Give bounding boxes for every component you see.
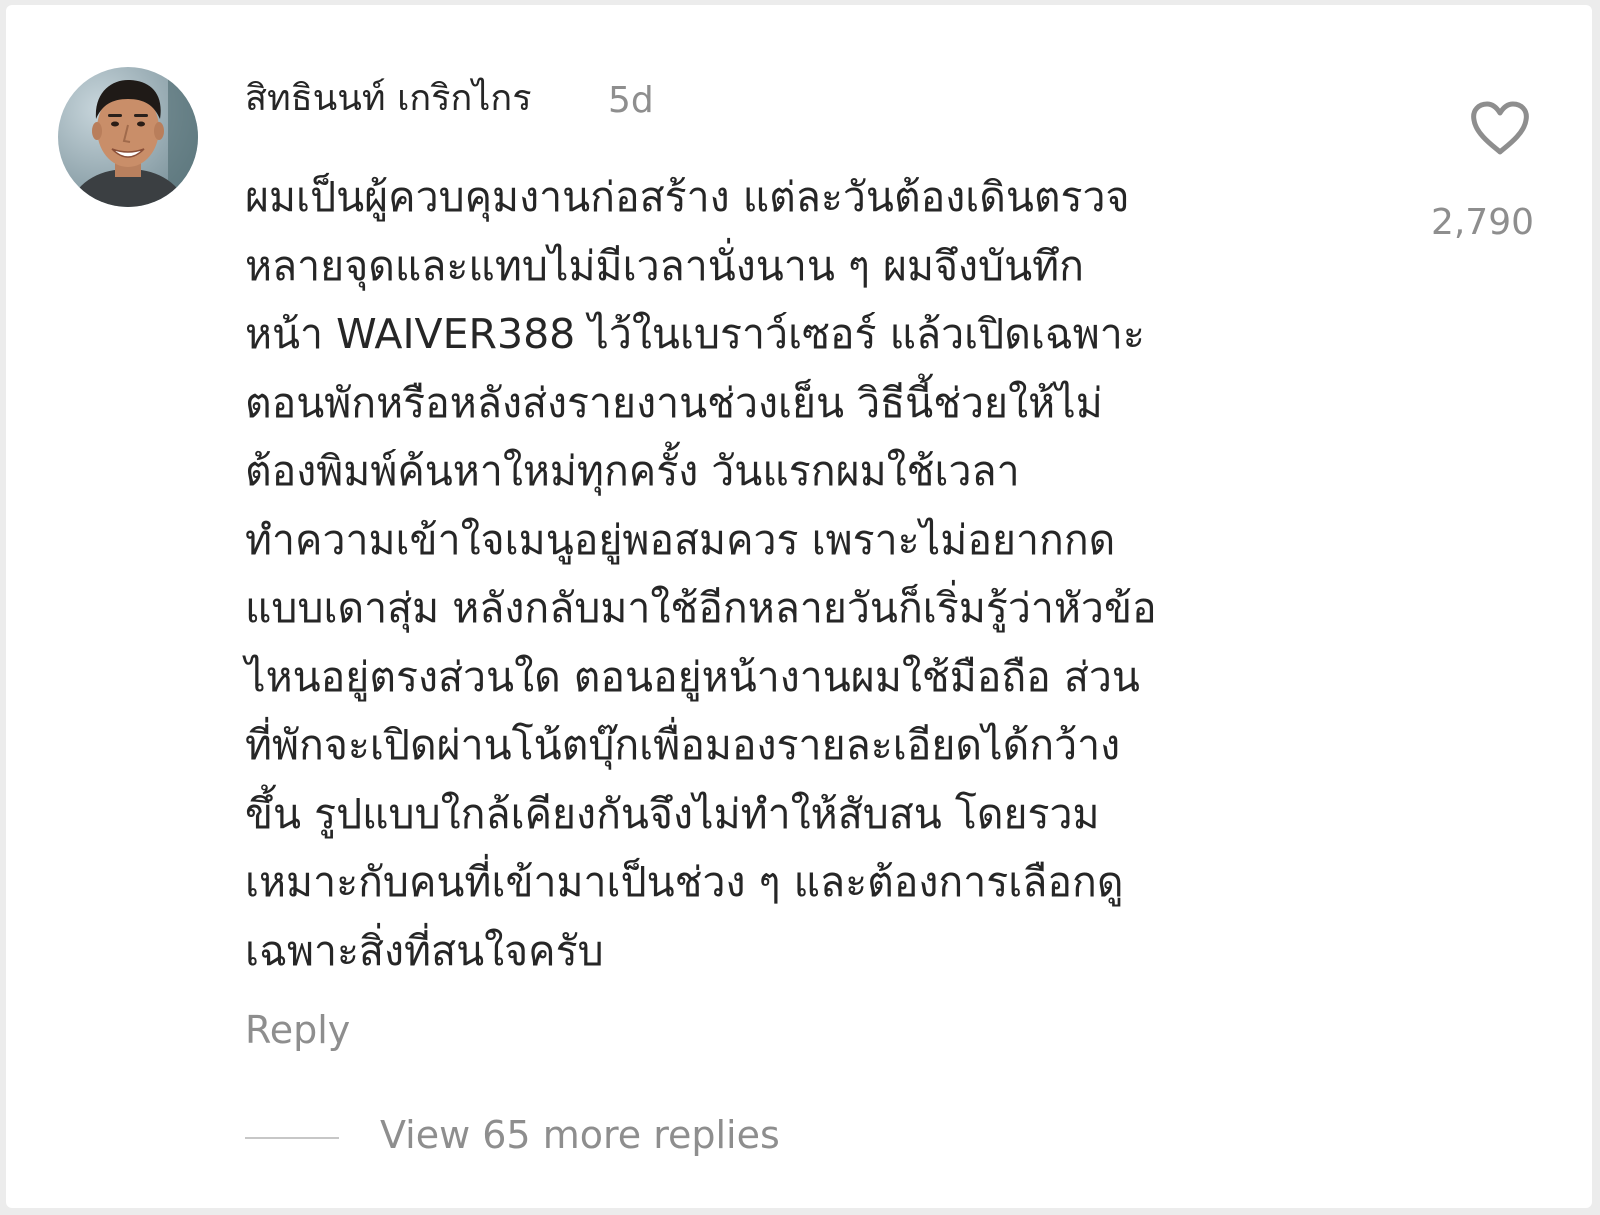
comment-text-line: ไหนอยู่ตรงส่วนใด ตอนอยู่หน้างานผมใช้มือถ… xyxy=(245,652,1140,701)
comment-text-line: ต้องพิมพ์ค้นหาใหม่ทุกครั้ง วันแรกผมใช้เว… xyxy=(245,447,1020,495)
comment-text-line: ตอนพักหรือหลังส่งรายงานช่วงเย็น วิธีนี้ช… xyxy=(245,378,1103,427)
replies-divider xyxy=(245,1137,339,1139)
comment-text-line: เฉพาะสิ่งที่สนใจครับ xyxy=(245,926,604,975)
reply-button[interactable]: Reply xyxy=(245,1008,350,1054)
comment-text-line: ขึ้น รูปแบบใกล้เคียงกันจึงไม่ทำให้สับสน … xyxy=(245,789,1100,838)
comment-text-line: หน้า WAIVER388 ไว้ในเบราว์เซอร์ แล้วเปิด… xyxy=(245,310,1145,358)
comment-text-line: เหมาะกับคนที่เข้ามาเป็นช่วง ๆ และต้องการ… xyxy=(245,858,1124,906)
comment-text-line: หลายจุดและแทบไม่มีเวลานั่งนาน ๆ ผมจึงบัน… xyxy=(245,241,1084,290)
comment-text: ผมเป็นผู้ควบคุมงานก่อสร้าง แต่ละวันต้องเ… xyxy=(245,163,1355,985)
view-more-replies-button[interactable]: View 65 more replies xyxy=(380,1113,780,1159)
avatar-photo-icon xyxy=(58,67,198,207)
comment-text-line: ที่พักจะเปิดผ่านโน้ตบุ๊กเพื่อมองรายละเอี… xyxy=(245,721,1121,769)
comment-timestamp: 5d xyxy=(608,80,654,121)
comment-text-line: แบบเดาสุ่ม หลังกลับมาใช้อีกหลายวันก็เริ่… xyxy=(245,584,1157,632)
comment-text-line: ผมเป็นผู้ควบคุมงานก่อสร้าง แต่ละวันต้องเ… xyxy=(245,173,1130,221)
comment-card: สิทธินนท์ เกริกไกร 5d ผมเป็นผู้ควบคุมงาน… xyxy=(6,5,1592,1208)
like-count: 2,790 xyxy=(1430,202,1534,243)
comment-text-line: ทำความเข้าใจเมนูอยู่พอสมควร เพราะไม่อยาก… xyxy=(245,515,1116,564)
like-button[interactable] xyxy=(1470,101,1530,157)
comment-username[interactable]: สิทธินนท์ เกริกไกร xyxy=(245,77,532,120)
heart-outline-icon xyxy=(1471,101,1529,155)
user-avatar[interactable] xyxy=(58,67,198,207)
